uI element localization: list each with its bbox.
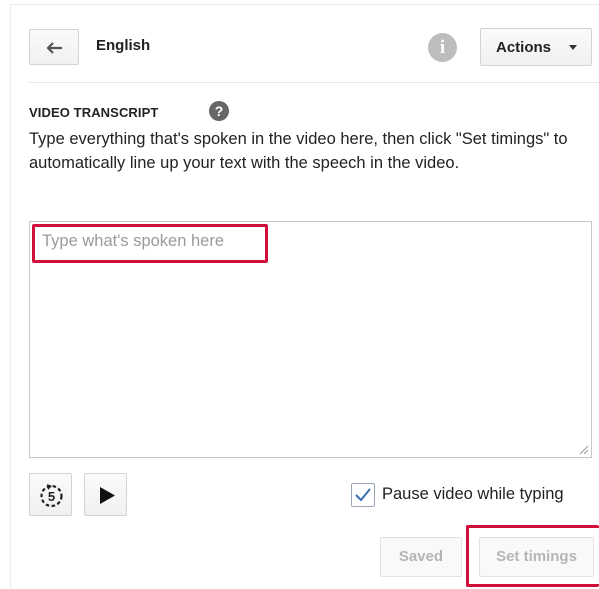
info-icon[interactable]: i bbox=[428, 33, 457, 62]
placeholder-highlight-box bbox=[32, 224, 268, 263]
pause-while-typing-checkbox[interactable] bbox=[351, 483, 375, 507]
help-icon[interactable]: ? bbox=[209, 101, 229, 121]
back-button[interactable] bbox=[29, 29, 79, 65]
pause-while-typing-label[interactable]: Pause video while typing bbox=[382, 485, 564, 504]
saved-button[interactable]: Saved bbox=[380, 537, 462, 577]
chevron-down-icon bbox=[569, 45, 577, 50]
play-button[interactable] bbox=[84, 473, 127, 516]
replay-5-seconds-button[interactable]: 5 bbox=[29, 473, 72, 516]
replay-5-seconds-icon: 5 bbox=[40, 484, 63, 508]
left-arrow-icon bbox=[47, 42, 62, 54]
svg-text:5: 5 bbox=[48, 489, 55, 504]
section-title: VIDEO TRANSCRIPT bbox=[29, 105, 159, 120]
panel-left-border bbox=[10, 4, 11, 589]
checkmark-icon bbox=[355, 488, 371, 502]
language-title: English bbox=[96, 37, 151, 54]
actions-button-label: Actions bbox=[496, 39, 552, 56]
actions-button[interactable]: Actions bbox=[480, 28, 592, 66]
header-divider bbox=[29, 82, 599, 83]
instructions-text: Type everything that's spoken in the vid… bbox=[29, 130, 568, 172]
panel-top-border bbox=[10, 4, 599, 5]
set-timings-highlight-box bbox=[466, 525, 599, 587]
resize-handle-icon[interactable] bbox=[579, 445, 589, 455]
play-icon bbox=[100, 487, 115, 504]
captions-editor-panel: English i Actions VIDEO TRANSCRIPT ? Typ… bbox=[0, 0, 599, 589]
